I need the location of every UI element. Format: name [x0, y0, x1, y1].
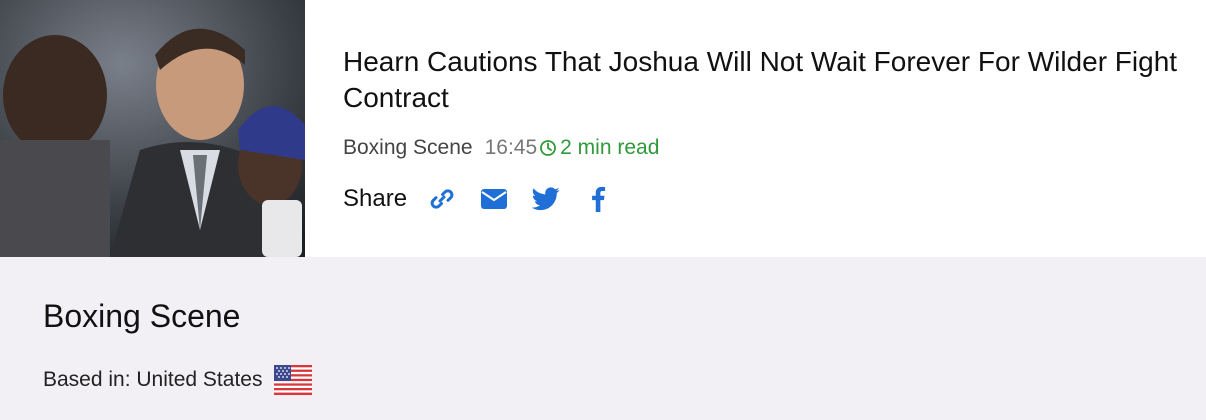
clock-icon [539, 139, 557, 157]
article-time: 16:45 [484, 136, 538, 159]
article-thumbnail[interactable] [0, 0, 305, 257]
article-card[interactable]: Hearn Cautions That Joshua Will Not Wait… [0, 0, 1206, 257]
article-meta: Boxing Scene 16:45 2 min read [343, 134, 1188, 162]
article-title[interactable]: Hearn Cautions That Joshua Will Not Wait… [343, 44, 1188, 116]
email-icon[interactable] [479, 184, 509, 214]
read-time: 2 min read [560, 136, 660, 159]
share-bar: Share [343, 182, 1188, 216]
share-label: Share [343, 185, 408, 212]
publisher-panel: Boxing Scene Based in: United States [0, 257, 1206, 420]
publisher-name[interactable]: Boxing Scene [43, 298, 240, 335]
thumbnail-image [0, 0, 305, 257]
publisher-location: Based in: United States [43, 363, 313, 397]
article-source[interactable]: Boxing Scene [343, 136, 473, 160]
link-icon[interactable] [427, 184, 457, 214]
twitter-icon[interactable] [531, 184, 561, 214]
facebook-icon[interactable] [583, 184, 613, 214]
us-flag-icon [274, 365, 313, 395]
article-content: Hearn Cautions That Joshua Will Not Wait… [343, 44, 1188, 216]
based-in-text: Based in: United States [43, 368, 263, 391]
